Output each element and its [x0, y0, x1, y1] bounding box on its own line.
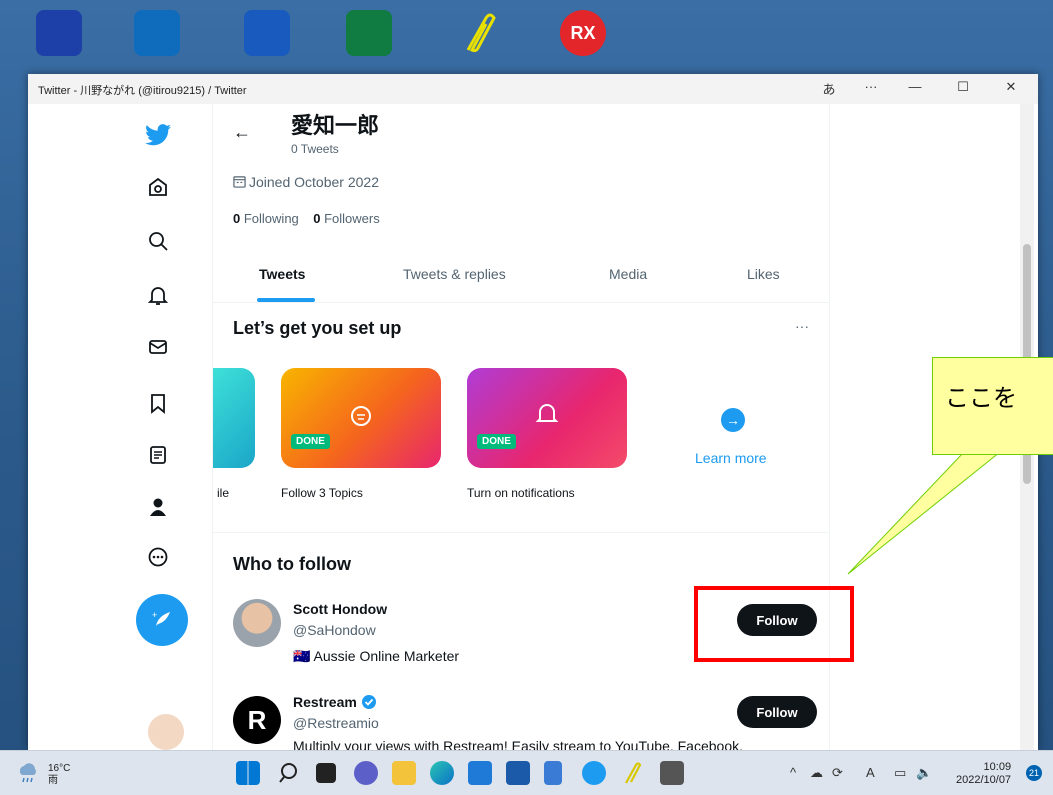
excel-icon[interactable] — [346, 10, 392, 56]
bell-icon — [535, 404, 559, 422]
back-arrow-icon[interactable]: ← — [233, 122, 251, 143]
close-button[interactable]: ✕ — [1000, 79, 1022, 95]
tab-tweets-and-replies[interactable]: Tweets & replies — [403, 266, 506, 282]
tab-media[interactable]: Media — [609, 266, 647, 282]
following-link[interactable]: 0 Following — [233, 211, 299, 226]
done-badge: DONE — [477, 434, 516, 449]
compose-tweet-button[interactable]: + — [136, 594, 188, 646]
annotation-highlight-box — [694, 586, 854, 662]
maximize-button[interactable]: ☐ — [952, 79, 974, 95]
tweet-count: 0 Tweets — [291, 142, 339, 156]
topics-chat-icon — [351, 406, 371, 426]
joined-date: Joined October 2022 — [233, 174, 379, 190]
calendar-icon — [233, 176, 246, 188]
twitter-logo-icon[interactable] — [143, 120, 173, 150]
clock[interactable]: 10:09 2022/10/07 — [956, 761, 1011, 787]
joined-text: Joined October 2022 — [249, 174, 379, 190]
left-nav: + — [128, 104, 208, 750]
avatar[interactable] — [233, 599, 281, 647]
annotation-callout: ここを — [932, 357, 1053, 455]
search-icon[interactable] — [278, 761, 302, 785]
paperclip-icon[interactable] — [456, 10, 502, 56]
avatar[interactable]: R — [233, 696, 281, 744]
outlook-icon[interactable] — [134, 10, 180, 56]
person-name[interactable]: Restream — [293, 694, 357, 710]
temperature: 16°C — [48, 763, 71, 774]
lists-icon[interactable] — [143, 440, 173, 470]
home-icon[interactable] — [143, 172, 173, 202]
sync-icon[interactable]: ⟳ — [832, 765, 843, 781]
profile-icon[interactable] — [143, 492, 173, 522]
verified-badge-icon — [362, 695, 376, 709]
camera-app-icon[interactable] — [660, 761, 684, 785]
person-handle: @SaHondow — [293, 622, 376, 638]
person-handle: @Restreamio — [293, 715, 379, 731]
done-badge: DONE — [291, 434, 330, 449]
setup-more-button[interactable]: ··· — [795, 318, 809, 334]
setup-section-title: Let’s get you set up — [233, 318, 402, 338]
messages-envelope-icon[interactable] — [143, 332, 173, 362]
rain-cloud-icon — [19, 763, 36, 783]
notepad-icon[interactable] — [544, 761, 562, 785]
date: 2022/10/07 — [956, 774, 1012, 786]
svg-text:+: + — [152, 610, 157, 620]
setup-card-topics[interactable]: DONE — [281, 368, 441, 468]
minimize-button[interactable]: — — [904, 79, 926, 94]
ime-mode-indicator[interactable]: A — [866, 765, 875, 780]
network-icon[interactable]: ▭ — [894, 765, 906, 781]
app-shortcut-icon[interactable] — [36, 10, 82, 56]
window-title: Twitter - 川野ながれ (@itirou9215) / Twitter — [38, 85, 247, 97]
more-options-button[interactable]: ··· — [860, 79, 882, 94]
callout-text: ここを — [945, 385, 1017, 412]
weather-text: 雨 — [48, 775, 58, 786]
rx-app-icon[interactable]: RX — [560, 10, 606, 56]
setup-card-notifications[interactable]: DONE — [467, 368, 627, 468]
more-circle-icon[interactable] — [143, 542, 173, 572]
edge-browser-icon[interactable] — [430, 761, 454, 785]
person-bio: Multiply your views with Restream! Easil… — [293, 738, 744, 750]
notifications-bell-icon[interactable] — [143, 280, 173, 310]
notification-count-badge[interactable]: 21 — [1026, 765, 1042, 781]
setup-card-label: Follow 3 Topics — [281, 486, 363, 500]
bookmarks-icon[interactable] — [143, 388, 173, 418]
chevron-up-icon[interactable]: ^ — [790, 765, 796, 780]
tab-likes[interactable]: Likes — [747, 266, 780, 282]
taskbar: 16°C 雨 ^ ☁ ⟳ A ▭ 🔈 10:09 2022/10/07 21 — [0, 750, 1053, 795]
twitter-app-icon[interactable] — [582, 761, 606, 785]
tab-tweets[interactable]: Tweets — [259, 266, 305, 282]
time: 10:09 — [983, 761, 1012, 773]
browser-window: Twitter - 川野ながれ (@itirou9215) / Twitter … — [28, 74, 1038, 750]
profile-tabs: Tweets Tweets & replies Media Likes — [213, 254, 829, 303]
account-avatar[interactable] — [148, 714, 184, 750]
start-windows-icon[interactable] — [236, 761, 260, 785]
volume-icon[interactable]: 🔈 — [916, 765, 932, 781]
setup-card-profile[interactable] — [213, 368, 255, 468]
who-to-follow-title: Who to follow — [233, 554, 351, 574]
setup-card-label: Turn on notifications — [467, 486, 575, 500]
title-bar: Twitter - 川野ながれ (@itirou9215) / Twitter … — [28, 74, 1038, 104]
arrow-right-icon[interactable]: → — [721, 408, 745, 432]
task-view-icon[interactable] — [316, 763, 336, 783]
store-icon[interactable] — [506, 761, 530, 785]
divider — [213, 532, 829, 533]
active-tab-indicator — [257, 298, 315, 302]
followers-link[interactable]: 0 Followers — [313, 211, 379, 226]
setup-card-label: ile — [217, 486, 230, 500]
person-bio: 🇦🇺 Aussie Online Marketer — [293, 648, 460, 664]
search-icon[interactable] — [143, 226, 173, 256]
follow-stats: 0 Following 0 Followers — [233, 211, 380, 226]
paperclip-app-icon[interactable] — [620, 761, 644, 785]
cloud-icon[interactable]: ☁ — [810, 765, 823, 781]
follow-button[interactable]: Follow — [737, 696, 817, 728]
ime-indicator[interactable]: あ — [818, 79, 840, 98]
learn-more-link[interactable]: Learn more — [695, 450, 767, 466]
page-content: + ← 愛知一郎 0 Tweets Joined October 2022 0 … — [28, 104, 1038, 750]
remote-desktop-icon[interactable] — [468, 761, 492, 785]
file-explorer-icon[interactable] — [392, 761, 416, 785]
chat-icon[interactable] — [354, 761, 378, 785]
person-name[interactable]: Scott Hondow — [293, 601, 387, 617]
word-icon[interactable] — [244, 10, 290, 56]
profile-name: 愛知一郎 — [291, 113, 380, 138]
avatar-letter: R — [247, 704, 267, 735]
